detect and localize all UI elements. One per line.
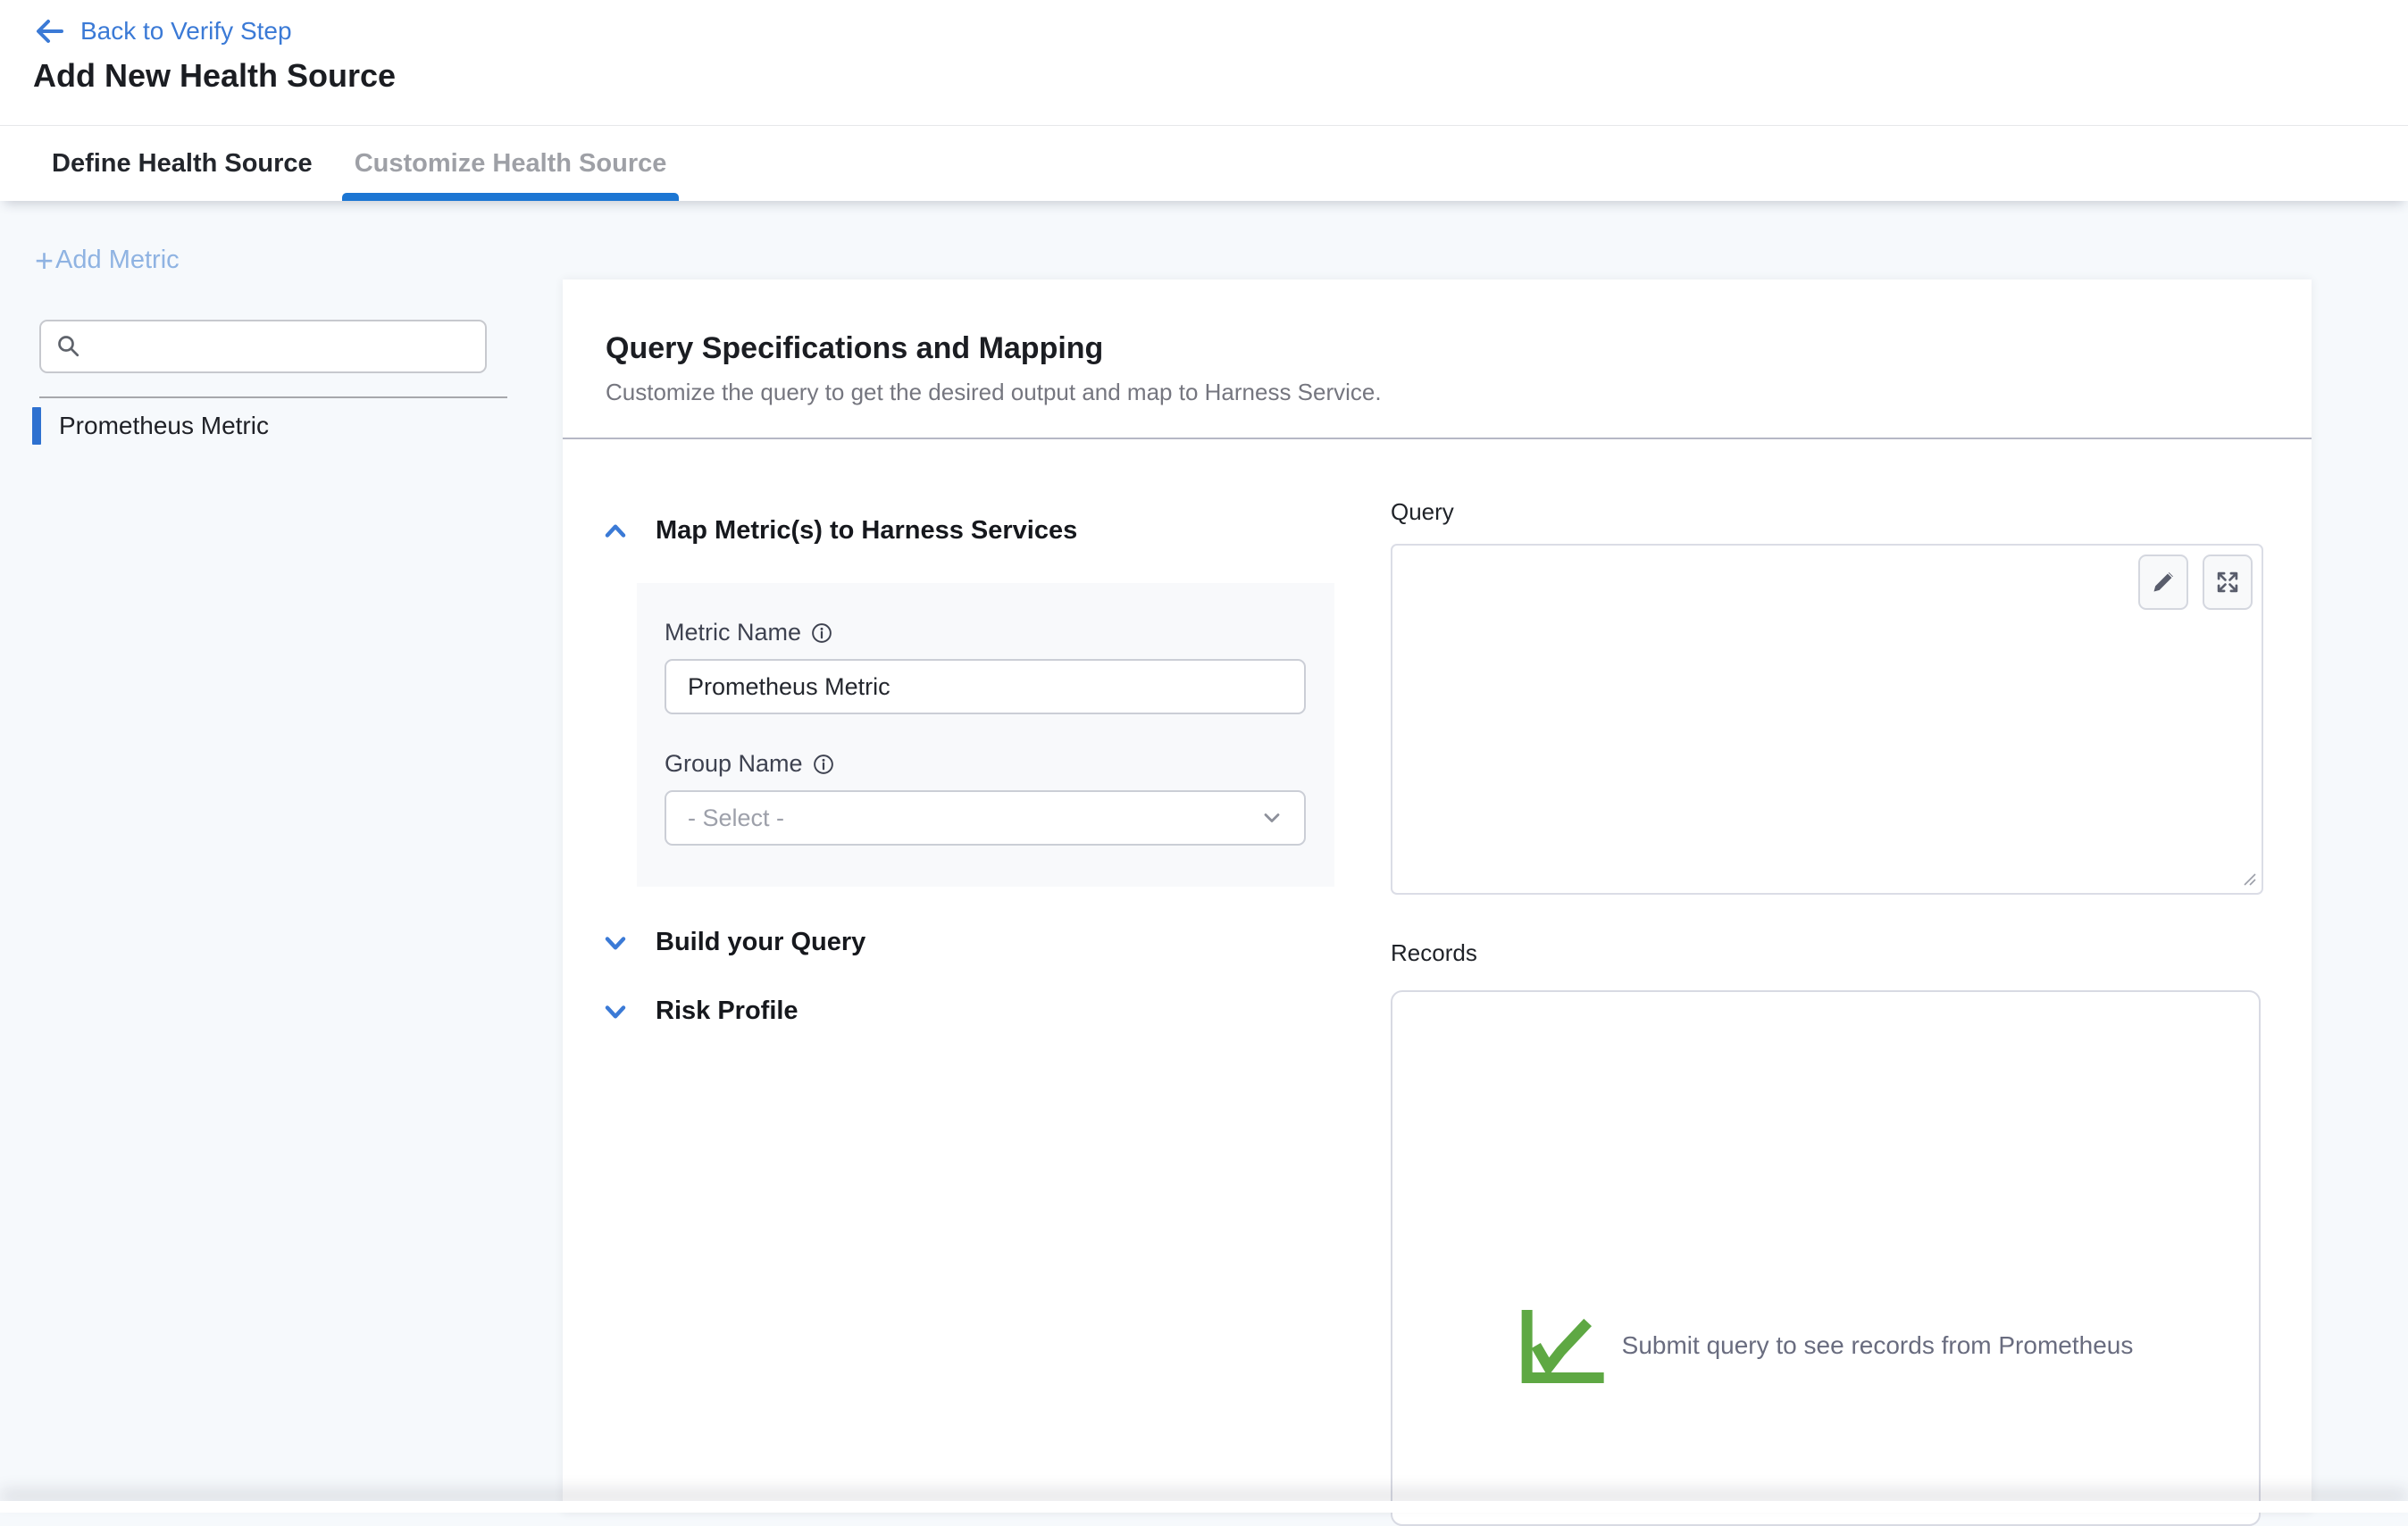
metric-name-label: Metric Name [665,619,801,646]
select-chevron-down-icon [1259,805,1284,830]
chevron-down-icon [600,930,631,956]
section-map-metrics-label: Map Metric(s) to Harness Services [656,516,1077,546]
chevron-down-icon [600,998,631,1025]
group-name-select-value: - Select - [688,805,784,832]
add-metric-label: Add Metric [55,246,180,275]
group-name-info-icon[interactable] [812,753,835,776]
metric-item-label: Prometheus Metric [59,412,269,440]
chevron-up-icon [600,518,631,545]
query-column: Query [1391,439,2312,1526]
pencil-icon [2150,569,2177,596]
records-panel: Submit query to see records from Prometh… [1391,990,2261,1526]
group-name-label-row: Group Name [665,750,1334,778]
expand-icon [2214,569,2241,596]
page-title: Add New Health Source [33,57,396,95]
query-actions [2138,555,2253,610]
metric-mapping-panel: Metric Name Group Name [637,583,1334,887]
metric-name-input[interactable] [665,659,1306,714]
query-editor [1391,544,2263,895]
metric-search-box[interactable] [39,320,487,373]
line-chart-icon [1518,1306,1608,1385]
content-area: + Add Metric Prometheus Metric Query Spe… [0,201,2408,1513]
section-build-query[interactable]: Build your Query [600,928,1391,957]
section-risk-profile[interactable]: Risk Profile [600,996,1391,1026]
section-map-metrics[interactable]: Map Metric(s) to Harness Services [600,516,1391,546]
records-label: Records [1391,939,2263,967]
tab-customize-health-source[interactable]: Customize Health Source [342,126,680,201]
card-header: Query Specifications and Mapping Customi… [563,279,2312,439]
back-link[interactable]: Back to Verify Step [34,16,292,46]
app-header: Back to Verify Step Add New Health Sourc… [0,0,2408,126]
back-link-label: Back to Verify Step [80,16,292,46]
metric-search-input[interactable] [93,332,468,362]
edit-query-button[interactable] [2138,555,2188,610]
group-name-select[interactable]: - Select - [665,790,1306,846]
card-subtitle: Customize the query to get the desired o… [606,379,2269,405]
section-build-query-label: Build your Query [656,928,865,957]
selected-indicator-bar [32,407,41,445]
footer-bar [0,1501,2408,1513]
mapping-column: Map Metric(s) to Harness Services Metric… [600,439,1391,1526]
query-textarea[interactable] [1391,544,2263,895]
query-label: Query [1391,498,2263,526]
tab-bar: Define Health Source Customize Health So… [0,126,2408,201]
section-risk-profile-label: Risk Profile [656,996,798,1026]
resize-handle-icon[interactable] [2239,869,2257,887]
expand-query-button[interactable] [2203,555,2253,610]
metrics-sidebar: + Add Metric Prometheus Metric [0,201,563,1513]
add-metric-button[interactable]: + Add Metric [35,246,180,275]
search-icon [55,333,82,360]
sidebar-divider [39,396,507,398]
back-arrow-icon [34,19,64,44]
card-title: Query Specifications and Mapping [606,331,2269,365]
tab-define-health-source[interactable]: Define Health Source [52,126,313,201]
card-body: Map Metric(s) to Harness Services Metric… [563,439,2312,1526]
query-specifications-card: Query Specifications and Mapping Customi… [563,279,2312,1513]
records-empty-state: Submit query to see records from Prometh… [1518,1306,2134,1385]
group-name-label: Group Name [665,750,803,778]
records-empty-text: Submit query to see records from Prometh… [1622,1331,2134,1360]
metric-name-label-row: Metric Name [665,619,1334,646]
sidebar-item-prometheus-metric[interactable]: Prometheus Metric [32,407,532,445]
plus-icon: + [35,247,54,274]
metric-name-info-icon[interactable] [810,621,833,645]
